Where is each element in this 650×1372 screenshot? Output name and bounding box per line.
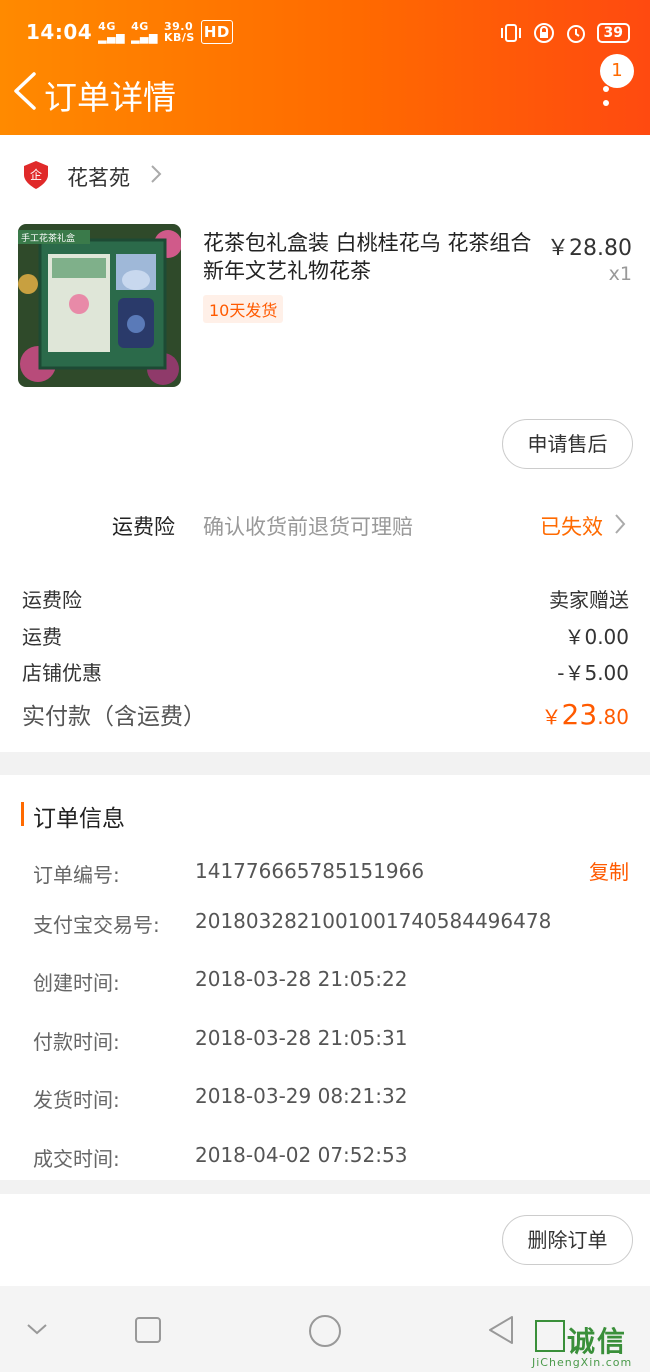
fee-row: 店铺优惠 -￥5.00 <box>22 657 629 686</box>
chevron-right-icon[interactable] <box>614 513 626 535</box>
fee-value: 卖家赠送 <box>549 588 629 612</box>
chevron-down-icon[interactable] <box>26 1322 48 1336</box>
shipping-tag: 10天发货 <box>203 295 284 323</box>
delete-order-button[interactable]: 删除订单 <box>502 1215 633 1265</box>
status-bar-right: 39 <box>499 22 630 44</box>
info-label: 付款时间: <box>33 1030 120 1054</box>
lock-icon <box>533 23 554 43</box>
product-image[interactable]: 手工花茶礼盒 <box>18 224 181 387</box>
fee-value: ￥0.00 <box>564 625 629 649</box>
info-value: 2018-03-28 21:05:22 <box>195 967 408 991</box>
signal-icon-2: 4G ▂▄▆ <box>131 20 158 44</box>
fee-row: 运费险 卖家赠送 <box>22 584 629 613</box>
back-triangle-icon[interactable] <box>486 1314 516 1346</box>
back-arrow-icon[interactable] <box>10 70 40 112</box>
after-sales-button[interactable]: 申请售后 <box>502 419 633 469</box>
fee-value: -￥5.00 <box>557 661 629 685</box>
battery-indicator: 39 <box>596 23 630 43</box>
total-row: 实付款（含运费） ￥23.80 <box>22 697 629 731</box>
info-label: 支付宝交易号: <box>33 913 160 937</box>
alarm-icon <box>566 25 585 43</box>
home-circle-icon[interactable] <box>308 1314 342 1348</box>
total-amount: ￥23.80 <box>541 698 629 731</box>
section-accent-bar <box>21 802 24 826</box>
copy-button[interactable]: 复制 <box>589 856 629 885</box>
product-price: ￥28.80 <box>547 236 632 261</box>
section-title: 订单信息 <box>33 806 125 832</box>
product-title[interactable]: 花茶包礼盒装 白桃桂花乌 花茶组合 新年文艺礼物花茶 <box>203 229 538 285</box>
total-label: 实付款（含运费） <box>22 704 206 730</box>
info-label: 发货时间: <box>33 1088 120 1112</box>
status-bar-left: 14:04 4G ▂▄▆ 4G ▂▄▆ 39.0 KB/S HD <box>26 20 233 44</box>
page-title: 订单详情 <box>44 78 176 117</box>
net-speed: 39.0 KB/S <box>163 20 195 44</box>
vibrate-icon <box>500 24 521 42</box>
watermark-url: JiChengXin.com <box>532 1356 633 1369</box>
fee-label: 店铺优惠 <box>22 661 102 685</box>
watermark-logo <box>535 1320 565 1352</box>
insurance-status[interactable]: 已失效 <box>540 511 603 541</box>
info-value: 2018032821001001740584496478 <box>195 909 552 933</box>
insurance-label: 运费险 <box>112 515 175 539</box>
watermark-text: 诚信 <box>567 1325 628 1358</box>
bottom-action-bar: 删除订单 <box>0 1194 650 1286</box>
app-header: 14:04 4G ▂▄▆ 4G ▂▄▆ 39.0 KB/S HD 39 订单详情 1 <box>0 0 650 135</box>
info-label: 订单编号: <box>33 863 120 887</box>
message-badge[interactable]: 1 <box>600 54 634 88</box>
signal-icon: 4G ▂▄▆ <box>98 20 126 44</box>
info-value: 2018-03-28 21:05:31 <box>195 1026 408 1050</box>
fee-row: 运费 ￥0.00 <box>22 621 629 650</box>
insurance-description: 确认收货前退货可理赔 <box>203 515 413 539</box>
svg-text:企: 企 <box>30 167 42 182</box>
shop-name[interactable]: 花茗苑 <box>67 162 130 192</box>
info-label: 创建时间: <box>33 971 120 995</box>
fee-label: 运费险 <box>22 588 82 612</box>
hd-icon: HD <box>200 20 233 44</box>
order-summary-card: 企 花茗苑 手工花茶礼盒 花茶包礼盒装 白桃桂花乌 花茶组合 新年文艺礼物花茶 … <box>0 135 650 752</box>
info-value: 2018-03-29 08:21:32 <box>195 1084 408 1108</box>
shop-enterprise-icon: 企 <box>24 161 48 189</box>
product-quantity: x1 <box>608 263 632 285</box>
chevron-right-icon[interactable] <box>150 164 162 184</box>
recents-square-icon[interactable] <box>134 1316 162 1344</box>
order-info-card: 订单信息 订单编号: 141776665785151966 复制 支付宝交易号:… <box>0 775 650 1180</box>
status-time: 14:04 <box>26 20 93 44</box>
info-value: 2018-04-02 07:52:53 <box>195 1143 408 1167</box>
fee-label: 运费 <box>22 625 62 649</box>
info-label: 成交时间: <box>33 1147 120 1171</box>
image-caption: 手工花茶礼盒 <box>21 232 75 244</box>
more-menu-icon[interactable] <box>603 86 611 108</box>
info-value: 141776665785151966 <box>195 859 425 883</box>
